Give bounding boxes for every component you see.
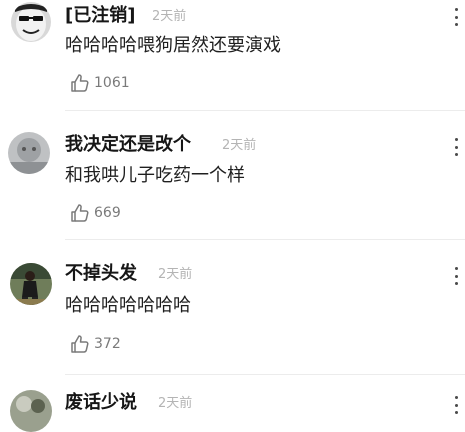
more-dots-icon[interactable] (453, 138, 459, 156)
comment-time: 2天前 (152, 9, 187, 24)
comment-time: 2天前 (158, 396, 193, 411)
username[interactable]: 我决定还是改个 (65, 133, 191, 157)
more-dots-icon[interactable] (453, 8, 459, 26)
like-count: 669 (94, 205, 121, 221)
like-count: 372 (94, 336, 121, 352)
comment-content: 和我哄儿子吃药一个样 (65, 165, 245, 186)
divider (65, 239, 465, 240)
like-count: 1061 (94, 75, 130, 91)
like-button[interactable]: 1061 (70, 73, 130, 93)
comment-time: 2天前 (158, 267, 193, 282)
person-photo-avatar-icon (10, 263, 52, 305)
username[interactable]: [已注销] (65, 4, 135, 28)
comment-time: 2天前 (222, 138, 257, 153)
thumbs-up-icon (70, 203, 90, 223)
divider (65, 374, 465, 375)
comment-item: 废话少说 2天前 (0, 376, 465, 432)
comment-item: [已注销] 2天前 哈哈哈哈喂狗居然还要演戏 1061 (0, 0, 465, 112)
like-button[interactable]: 372 (70, 334, 121, 354)
more-dots-icon[interactable] (453, 396, 459, 414)
photo-avatar-icon (10, 390, 52, 432)
comment-content: 哈哈哈哈哈哈哈 (65, 295, 191, 316)
like-button[interactable]: 669 (70, 203, 121, 223)
comment-item: 我决定还是改个 2天前 和我哄儿子吃药一个样 669 (0, 111, 465, 241)
comment-content: 哈哈哈哈喂狗居然还要演戏 (65, 35, 281, 56)
user-avatar[interactable] (10, 263, 52, 305)
thumbs-up-icon (70, 334, 90, 354)
user-avatar[interactable] (8, 132, 50, 174)
comment-item: 不掉头发 2天前 哈哈哈哈哈哈哈 372 (0, 241, 465, 376)
gray-photo-avatar-icon (8, 132, 50, 174)
username[interactable]: 不掉头发 (65, 262, 137, 286)
username[interactable]: 废话少说 (65, 391, 137, 415)
user-avatar[interactable] (11, 2, 51, 42)
more-dots-icon[interactable] (453, 267, 459, 285)
meme-face-avatar-icon (11, 2, 51, 42)
user-avatar[interactable] (10, 390, 52, 432)
thumbs-up-icon (70, 73, 90, 93)
